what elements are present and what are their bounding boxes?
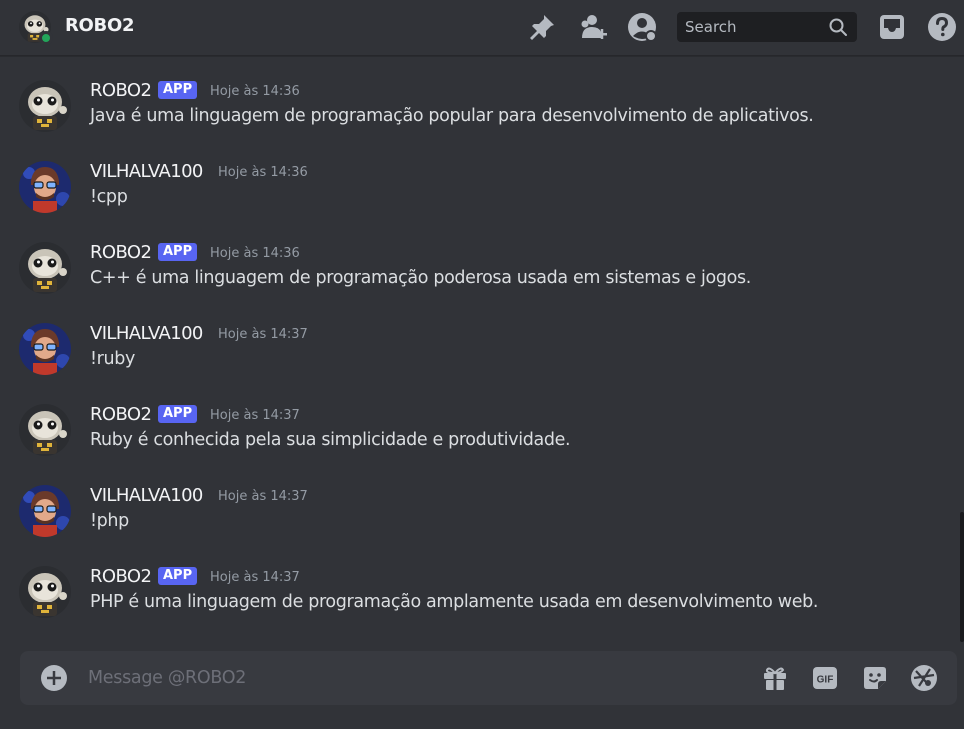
- gift-icon[interactable]: [761, 664, 789, 692]
- message-text: Java é uma linguagem de programação popu…: [90, 106, 814, 126]
- search-icon[interactable]: [828, 17, 848, 37]
- svg-text:GIF: GIF: [817, 675, 834, 686]
- sticker-icon[interactable]: [861, 664, 889, 692]
- gif-icon[interactable]: GIF: [811, 664, 839, 692]
- author-name[interactable]: VILHALVA100: [90, 161, 203, 182]
- message-item: ROBO2 APP Hoje às 14:37 Ruby é conhecida…: [0, 404, 964, 484]
- scrollbar-thumb[interactable]: [960, 512, 964, 642]
- app-badge: APP: [158, 405, 198, 423]
- message-text: !ruby: [90, 349, 136, 369]
- message-input[interactable]: [88, 651, 728, 705]
- help-icon[interactable]: [927, 12, 957, 42]
- app-badge: APP: [158, 243, 198, 261]
- robo2-avatar[interactable]: [19, 242, 71, 294]
- vilhalva100-avatar[interactable]: [19, 161, 71, 213]
- author-name[interactable]: ROBO2: [90, 242, 152, 263]
- message-text: !php: [90, 511, 129, 531]
- message-item: VILHALVA100 Hoje às 14:37 !ruby: [0, 323, 964, 403]
- message-item: ROBO2 APP Hoje às 14:36 C++ é uma lingua…: [0, 242, 964, 322]
- message-text: C++ é uma linguagem de programação poder…: [90, 268, 751, 288]
- search-bar[interactable]: [677, 12, 857, 42]
- add-attachment-icon[interactable]: [40, 664, 68, 692]
- robo2-avatar[interactable]: [19, 80, 71, 132]
- vilhalva100-avatar[interactable]: [19, 323, 71, 375]
- app-badge: APP: [158, 567, 198, 585]
- author-name[interactable]: ROBO2: [90, 404, 152, 425]
- online-status-indicator: [39, 31, 53, 45]
- timestamp: Hoje às 14:37: [210, 570, 300, 585]
- message-item: ROBO2 APP Hoje às 14:36 Java é uma lingu…: [0, 80, 964, 160]
- message-list: ROBO2 APP Hoje às 14:36 Java é uma lingu…: [0, 57, 964, 647]
- inbox-icon[interactable]: [877, 12, 907, 42]
- timestamp: Hoje às 14:37: [218, 327, 308, 342]
- vilhalva100-avatar[interactable]: [19, 485, 71, 537]
- message-item: ROBO2 APP Hoje às 14:37 PHP é uma lingua…: [0, 566, 964, 646]
- emoji-icon[interactable]: [910, 664, 938, 692]
- author-name[interactable]: ROBO2: [90, 80, 152, 101]
- app-badge: APP: [158, 81, 198, 99]
- robo2-avatar[interactable]: [19, 404, 71, 456]
- timestamp: Hoje às 14:36: [210, 84, 300, 99]
- message-composer: GIF: [20, 651, 957, 705]
- user-profile-icon[interactable]: [627, 12, 657, 42]
- timestamp: Hoje às 14:37: [210, 408, 300, 423]
- author-name[interactable]: VILHALVA100: [90, 485, 203, 506]
- add-friend-icon[interactable]: [578, 12, 608, 42]
- message-text: !cpp: [90, 187, 128, 207]
- author-name[interactable]: ROBO2: [90, 566, 152, 587]
- message-text: PHP é uma linguagem de programação ampla…: [90, 592, 819, 612]
- timestamp: Hoje às 14:36: [210, 246, 300, 261]
- message-text: Ruby é conhecida pela sua simplicidade e…: [90, 430, 571, 450]
- timestamp: Hoje às 14:37: [218, 489, 308, 504]
- author-name[interactable]: VILHALVA100: [90, 323, 203, 344]
- channel-title: ROBO2: [65, 15, 135, 36]
- message-item: VILHALVA100 Hoje às 14:37 !php: [0, 485, 964, 565]
- search-input[interactable]: [677, 12, 827, 42]
- message-item: VILHALVA100 Hoje às 14:36 !cpp: [0, 161, 964, 241]
- pin-icon[interactable]: [527, 12, 557, 42]
- robo2-avatar[interactable]: [19, 566, 71, 618]
- timestamp: Hoje às 14:36: [218, 165, 308, 180]
- chat-header: ROBO2: [0, 0, 964, 56]
